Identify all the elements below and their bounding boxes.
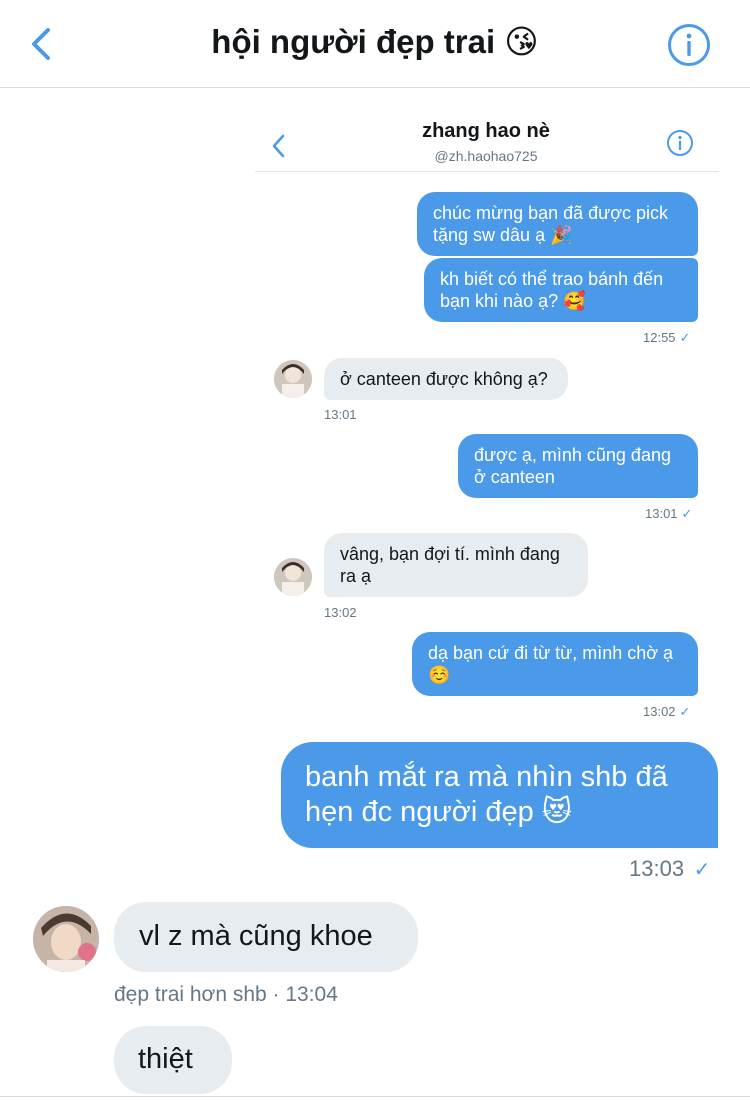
- message-timestamp: 13:01: [324, 407, 357, 422]
- conversation-title: hội người đẹp trai 😘: [211, 23, 539, 60]
- message-timestamp: 13:03 ✓: [629, 856, 711, 881]
- message-bubble-outgoing: banh mắt ra mà nhìn shb đã hẹn đc người …: [281, 742, 718, 848]
- message-timestamp: 13:02: [324, 605, 357, 620]
- info-button[interactable]: [667, 23, 711, 67]
- message-bubble-outgoing: kh biết có thể trao bánh đến bạn khi nào…: [424, 258, 698, 322]
- message-bubble-incoming: vâng, bạn đợi tí. mình đang ra ạ: [324, 533, 588, 597]
- embedded-contact-handle: @zh.haohao725: [434, 148, 538, 164]
- message-bubble-incoming: vl z mà cũng khoe: [114, 902, 418, 972]
- avatar[interactable]: [274, 360, 312, 398]
- divider: [0, 1096, 750, 1097]
- message-bubble-incoming: ở canteen được không ạ?: [324, 358, 568, 400]
- embedded-screenshot: zhang hao nè @zh.haohao725 chúc mừng bạn…: [255, 88, 725, 728]
- sender-name-timestamp: đẹp trai hơn shb · 13:04: [114, 983, 338, 1006]
- avatar[interactable]: [274, 558, 312, 596]
- message-timestamp: 12:55 ✓: [643, 330, 691, 345]
- checkmark-icon: ✓: [681, 506, 693, 521]
- message-timestamp: 13:02 ✓: [643, 704, 691, 719]
- message-timestamp: 13:01 ✓: [645, 506, 693, 521]
- embedded-contact-name: zhang hao nè: [422, 120, 550, 142]
- embedded-header: zhang hao nè @zh.haohao725: [255, 108, 719, 172]
- message-bubble-outgoing: được ạ, mình cũng đang ở canteen: [458, 434, 698, 498]
- conversation-header: hội người đẹp trai 😘: [0, 0, 750, 88]
- checkmark-icon: ✓: [679, 330, 691, 345]
- info-circle-icon: [667, 130, 693, 156]
- checkmark-icon: ✓: [688, 859, 711, 881]
- avatar[interactable]: [33, 906, 99, 972]
- message-bubble-incoming: thiệt: [114, 1026, 232, 1094]
- info-circle-icon: [668, 24, 710, 66]
- checkmark-icon: ✓: [679, 704, 691, 719]
- message-bubble-outgoing: dạ bạn cứ đi từ từ, mình chờ ạ ☺️: [412, 632, 698, 696]
- message-bubble-outgoing: chúc mừng bạn đã được pick tặng sw dâu ạ…: [417, 192, 698, 256]
